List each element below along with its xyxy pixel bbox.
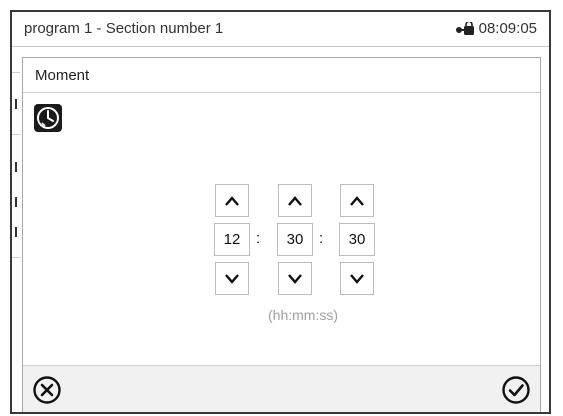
check-circle-icon[interactable] [501,375,531,405]
background-marker [15,197,17,207]
status-bar: program 1 - Section number 1 08:09:05 [12,12,549,47]
background-divider [12,72,20,73]
chevron-up-icon [350,195,364,206]
background-divider [12,257,20,258]
chevron-up-icon [225,195,239,206]
program-title: program 1 - Section number 1 [24,20,224,37]
seconds-down-button[interactable] [340,262,374,295]
background-marker [15,162,17,172]
seconds-field[interactable]: 30 [339,223,375,256]
format-hint: (hh:mm:ss) [268,307,338,323]
chevron-up-icon [288,195,302,206]
time-separator: : [256,230,261,247]
hours-field[interactable]: 12 [214,223,250,256]
minutes-field[interactable]: 30 [277,223,313,256]
chevron-down-icon [288,273,302,284]
dialog-title: Moment [35,67,90,84]
dialog-footer [23,365,540,412]
hours-down-button[interactable] [215,262,249,295]
moment-dialog: Moment 12 : 30 : 30 (hh:mm:ss) [22,57,541,412]
clock-icon [34,104,62,132]
lock-key-icon [455,21,474,35]
clock-readout: 08:09:05 [455,20,537,37]
cancel-circle-icon[interactable] [32,375,62,405]
background-divider [12,134,20,135]
chevron-down-icon [350,273,364,284]
dialog-header: Moment [23,58,540,93]
device-screen: program 1 - Section number 1 08:09:05 Mo… [10,10,551,414]
background-marker [15,227,17,237]
minutes-down-button[interactable] [278,262,312,295]
hours-up-button[interactable] [215,184,249,217]
chevron-down-icon [225,273,239,284]
time-spinner: 12 : 30 : 30 (hh:mm:ss) [203,184,403,334]
time-separator: : [319,230,324,247]
background-marker [15,99,17,109]
current-time: 08:09:05 [478,20,537,37]
seconds-up-button[interactable] [340,184,374,217]
minutes-up-button[interactable] [278,184,312,217]
